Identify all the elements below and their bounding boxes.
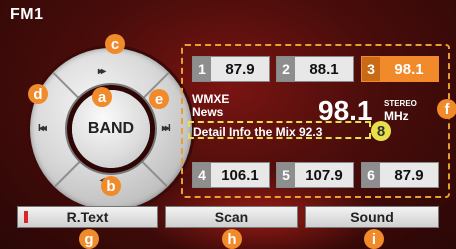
preset-button-1[interactable]: 1 87.9 xyxy=(192,56,270,82)
station-details: WMXE News xyxy=(192,93,229,119)
preset-frequency: 87.9 xyxy=(394,166,424,184)
seek-up-arrow-icon[interactable]: ▸▸ xyxy=(98,66,106,77)
frequency-unit: MHz xyxy=(384,109,409,123)
preset-button-6[interactable]: 6 87.9 xyxy=(361,162,439,188)
callout-h: h xyxy=(222,229,242,249)
stereo-indicator: STEREO xyxy=(384,99,417,108)
sound-button[interactable]: Sound xyxy=(305,206,439,228)
band-mode-label: FM1 xyxy=(10,6,44,23)
preset-frequency: 87.9 xyxy=(225,60,255,78)
previous-track-icon[interactable]: I◂◂ xyxy=(38,123,47,134)
callout-b: b xyxy=(101,176,121,196)
preset-number: 4 xyxy=(193,163,211,187)
rds-text: Detail Info the Mix 92.3 xyxy=(188,121,371,139)
preset-frequency: 107.9 xyxy=(305,166,343,184)
preset-button-5[interactable]: 5 107.9 xyxy=(276,162,354,188)
radio-screen: FM1 ▸▸ ◂◂ I◂◂ ▸▸I BAND a b c d e f 1 87.… xyxy=(0,0,456,249)
callout-a: a xyxy=(92,87,112,107)
preset-number: 3 xyxy=(362,57,380,81)
sound-label: Sound xyxy=(350,209,394,225)
preset-button-4[interactable]: 4 106.1 xyxy=(192,162,270,188)
band-button[interactable]: BAND xyxy=(72,90,150,168)
preset-button-2[interactable]: 2 88.1 xyxy=(276,56,354,82)
preset-number: 5 xyxy=(277,163,295,187)
preset-frequency: 88.1 xyxy=(309,60,339,78)
callout-rds-marker: 8 xyxy=(371,121,391,141)
preset-number: 2 xyxy=(277,57,295,81)
preset-button-3[interactable]: 3 98.1 xyxy=(361,56,439,82)
preset-frequency: 98.1 xyxy=(394,60,424,78)
band-label: BAND xyxy=(87,120,135,137)
rtext-button[interactable]: R.Text xyxy=(17,206,158,228)
scan-label: Scan xyxy=(214,209,249,225)
callout-c: c xyxy=(105,34,125,54)
callout-i: i xyxy=(364,229,384,249)
station-genre: News xyxy=(192,105,224,119)
rtext-indicator xyxy=(24,211,28,223)
preset-frequency: 106.1 xyxy=(221,166,259,184)
scan-button[interactable]: Scan xyxy=(165,206,298,228)
callout-f: f xyxy=(437,99,456,119)
callout-e: e xyxy=(149,89,169,109)
callout-g: g xyxy=(79,229,99,249)
preset-number: 6 xyxy=(362,163,380,187)
callout-d: d xyxy=(28,84,48,104)
rtext-label: R.Text xyxy=(66,209,109,225)
preset-number: 1 xyxy=(193,57,211,81)
next-track-icon[interactable]: ▸▸I xyxy=(162,123,171,134)
